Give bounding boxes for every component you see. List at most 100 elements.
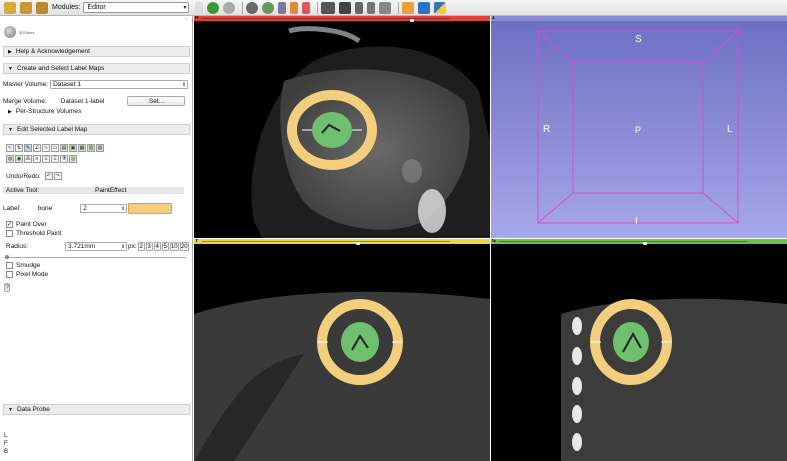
threshold-icon[interactable]: ▤ [60, 144, 68, 152]
lesion-label [613, 322, 649, 362]
forward-arrow-icon[interactable] [223, 1, 236, 14]
extension-manager-icon[interactable] [418, 1, 431, 14]
module-selector[interactable]: Editor ▾ [83, 2, 190, 13]
draw-icon[interactable]: ∠ [33, 144, 41, 152]
chevron-down-icon: ▼ [8, 65, 13, 72]
red-slice-view[interactable]: R [194, 16, 490, 238]
paint-over-label: Paint Over [16, 221, 47, 228]
px-4-button[interactable]: 4 [153, 242, 161, 251]
spine-bone [418, 189, 446, 233]
window-level-icon[interactable] [355, 1, 364, 14]
models-module-icon[interactable] [278, 1, 287, 14]
radius-row: Radius: 3.721mm ⇕ px: 2 3 4 5 10 20 [6, 242, 189, 251]
dilate-icon[interactable]: ⁂ [24, 155, 32, 163]
radius-slider[interactable] [4, 255, 186, 259]
module-history-icon[interactable] [195, 1, 204, 14]
default-tool-icon[interactable]: ↖ [6, 144, 14, 152]
mouse-mode-icon[interactable] [379, 1, 392, 14]
save-island-icon[interactable]: ◍ [6, 155, 14, 163]
rectangle-icon[interactable]: ▭ [51, 144, 59, 152]
module-selector-value: Editor [87, 4, 106, 11]
panel-collapse-handle[interactable]: ⇔ [0, 16, 192, 22]
yellow-slice-view[interactable]: Y [194, 239, 490, 461]
master-volume-label: Master Volume: [3, 81, 49, 88]
px-3-button[interactable]: 3 [145, 242, 153, 251]
help-button[interactable]: ? [4, 283, 10, 292]
remove-islands-icon[interactable]: ▧ [96, 144, 104, 152]
transforms-module-icon[interactable] [290, 1, 299, 14]
help-section-title: Help & Acknowledgement [15, 48, 90, 55]
threshold-paint-checkbox[interactable] [6, 230, 13, 237]
data-probe-title: Data Probe [16, 406, 50, 413]
change-island-icon[interactable]: ▥ [87, 144, 95, 152]
python-icon[interactable] [434, 1, 447, 14]
data-probe-section-header[interactable]: ▼ Data Probe [3, 404, 190, 415]
volumes-module-icon[interactable] [262, 1, 275, 14]
master-volume-select[interactable]: Dataset 1 ⇕ [50, 80, 189, 89]
label-number-spinbox[interactable]: 2 ⇕ [80, 204, 128, 213]
data-module-icon[interactable] [246, 1, 259, 14]
erode-icon[interactable]: ◉ [15, 155, 23, 163]
crosshair-icon[interactable] [339, 1, 352, 14]
paint-brush-icon[interactable]: ✎ [24, 144, 32, 152]
lesion-label [341, 322, 379, 362]
data-probe-readout: L F B [4, 432, 8, 456]
chevron-down-icon: ▼ [8, 406, 13, 413]
edit-section-header[interactable]: ▼ Edit Selected Label Map [3, 124, 190, 135]
pixel-mode-row[interactable]: Pixel Mode [6, 271, 48, 278]
paint-over-checkbox[interactable]: ✓ [6, 221, 13, 228]
morphology-icon[interactable]: ≡ [33, 155, 41, 163]
load-data-icon[interactable] [4, 1, 16, 14]
yellow-slice-slider[interactable] [202, 241, 450, 245]
pixel-mode-checkbox[interactable] [6, 271, 13, 278]
undo-icon[interactable]: ↶ [44, 172, 53, 180]
create-section-header[interactable]: ▼ Create and Select Label Maps [3, 63, 190, 74]
chevron-right-icon: ▶ [8, 48, 12, 55]
radius-value: 3.721mm [68, 243, 96, 250]
load-dicom-icon[interactable] [20, 1, 32, 14]
toolbar-divider [242, 1, 244, 14]
px-2-button[interactable]: 2 [137, 242, 145, 251]
radius-slider-handle[interactable] [5, 255, 9, 259]
slicer-logo-mark: 3DSlicer [19, 30, 35, 35]
pixel-mode-label: Pixel Mode [16, 271, 49, 278]
active-tool-label: Active Tool: [6, 187, 40, 194]
wand-icon[interactable]: ⚗ [60, 155, 68, 163]
master-volume-row: Master Volume: Dataset 1 ⇕ [3, 80, 189, 89]
label-color-swatch[interactable] [128, 203, 173, 214]
grow-cut-icon[interactable]: Ξ [51, 155, 59, 163]
save-icon[interactable] [36, 1, 48, 14]
make-model-icon[interactable]: Ξ [42, 155, 50, 163]
px-5-button[interactable]: 5 [161, 242, 169, 251]
px-10-button[interactable]: 10 [169, 242, 179, 251]
markups-module-icon[interactable] [302, 1, 311, 14]
help-section-header[interactable]: ▶ Help & Acknowledgement [3, 46, 190, 57]
change-label-icon[interactable]: ▣ [69, 144, 77, 152]
px-20-button[interactable]: 20 [179, 242, 189, 251]
set-merge-button[interactable]: Set... [127, 96, 186, 106]
orientation-r: R [543, 124, 551, 135]
view-icon[interactable] [367, 1, 376, 14]
red-slice-slider[interactable] [202, 18, 450, 22]
threshold-paint-row[interactable]: Threshold Paint [6, 230, 62, 237]
smudge-row[interactable]: Smudge [6, 262, 40, 269]
modules-label: Modules: [52, 4, 81, 11]
fiducial-icon[interactable] [402, 1, 415, 14]
level-tracing-icon[interactable]: ∿ [42, 144, 50, 152]
three-d-view[interactable]: 1 S R P L I [491, 16, 787, 238]
fast-marching-icon[interactable]: ◎ [69, 155, 77, 163]
back-arrow-icon[interactable] [207, 1, 220, 14]
paint-over-row[interactable]: ✓ Paint Over [6, 221, 47, 228]
redo-icon[interactable]: ↷ [53, 172, 62, 180]
green-slice-slider[interactable] [499, 241, 747, 245]
erase-label-icon[interactable]: ⇅ [15, 144, 23, 152]
merge-volume-value: Dataset 1-label [60, 97, 105, 105]
green-slice-view[interactable]: G [491, 239, 787, 461]
smudge-checkbox[interactable] [6, 262, 13, 269]
spin-icon: ⇕ [120, 205, 126, 212]
identify-islands-icon[interactable]: ▦ [78, 144, 86, 152]
merge-volume-label: Merge Volume: [3, 97, 47, 105]
per-structure-toggle[interactable]: ▶ Per-Structure Volumes [8, 108, 81, 115]
layout-icon[interactable] [321, 1, 336, 14]
radius-spinbox[interactable]: 3.721mm ⇕ [65, 242, 128, 251]
